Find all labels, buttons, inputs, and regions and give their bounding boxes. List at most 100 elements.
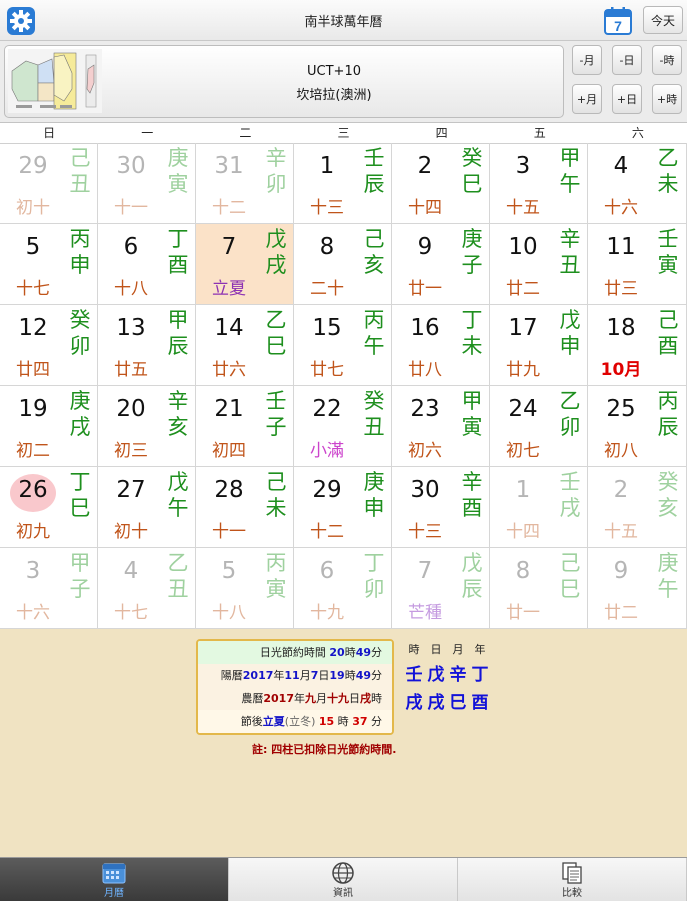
calendar-day-cell[interactable]: 14 廿六乙巳 [196, 305, 294, 386]
ganzhi-label: 乙未 [654, 145, 682, 197]
calendar-day-cell[interactable]: 7 芒種戊辰 [392, 548, 490, 629]
heavenly-stem: 壬 [657, 227, 679, 251]
calendar-day-cell[interactable]: 22 小滿癸丑 [294, 386, 392, 467]
prev-hour-button[interactable]: -時 [652, 45, 682, 75]
weekday-label: 三 [337, 126, 350, 140]
lunar-date: 十三 [408, 522, 442, 542]
tab-compare[interactable]: 比較 [458, 858, 687, 901]
ganzhi-label: 庚戌 [66, 388, 94, 440]
calendar-day-cell[interactable]: 29 初十己丑 [0, 143, 98, 224]
heavenly-stem: 壬 [559, 470, 581, 494]
lunar-date: 十四 [408, 198, 442, 218]
prev-month-button[interactable]: -月 [572, 45, 602, 75]
calendar-day-cell[interactable]: 15 廿七丙午 [294, 305, 392, 386]
lunar-date: 廿五 [114, 360, 148, 380]
calendar-day-cell[interactable]: 2 十四癸巳 [392, 143, 490, 224]
heavenly-stem: 己 [363, 227, 385, 251]
prev-day-button[interactable]: -日 [612, 45, 642, 75]
calendar-day-cell[interactable]: 2 十五癸亥 [588, 467, 687, 548]
day-number: 31 [214, 153, 244, 179]
calendar-day-cell[interactable]: 28 十一己未 [196, 467, 294, 548]
solar-term-label: 立夏 [212, 279, 246, 299]
lunar-date: 十七 [114, 603, 148, 623]
calendar-day-cell[interactable]: 8 廿一己巳 [490, 548, 588, 629]
earthly-branch: 午 [363, 334, 385, 358]
tab-calendar[interactable]: 月曆 [0, 858, 229, 901]
ganzhi-label: 己酉 [654, 307, 682, 359]
calendar-day-cell[interactable]: 1 十三壬辰 [294, 143, 392, 224]
day-number: 7 [221, 234, 237, 260]
earthly-branch: 寅 [461, 415, 483, 439]
ganzhi-label: 己巳 [556, 550, 584, 602]
lunar-date: 十二 [212, 198, 246, 218]
today-button[interactable]: 今天 [643, 6, 683, 34]
calendar-day-cell[interactable]: 3 十五甲午 [490, 143, 588, 224]
ganzhi-label: 丁巳 [66, 469, 94, 521]
calendar-day-cell[interactable]: 8 二十己亥 [294, 224, 392, 305]
day-number: 3 [25, 558, 41, 584]
lunar-date: 十五 [506, 198, 540, 218]
heavenly-stem: 庚 [461, 227, 483, 251]
calendar-icon[interactable]: 7 [603, 6, 633, 36]
lunar-date: 廿二 [506, 279, 540, 299]
calendar-day-cell[interactable]: 7 立夏戊戌 [196, 224, 294, 305]
day-number: 11 [606, 234, 636, 260]
calendar-day-cell[interactable]: 1 十四壬戌 [490, 467, 588, 548]
day-number: 9 [417, 234, 433, 260]
calendar-day-cell[interactable]: 29 十二庚申 [294, 467, 392, 548]
location-panel[interactable]: UCT+10 坎培拉(澳洲) [4, 45, 564, 118]
day-number: 5 [25, 234, 41, 260]
calendar-day-cell[interactable]: 13 廿五甲辰 [98, 305, 196, 386]
heavenly-stem: 己 [657, 308, 679, 332]
calendar-day-cell[interactable]: 17 廿九戊申 [490, 305, 588, 386]
calendar-day-cell[interactable]: 4 十七乙丑 [98, 548, 196, 629]
earthly-branch: 未 [657, 172, 679, 196]
region-map-icon[interactable] [8, 49, 102, 113]
next-day-button[interactable]: +日 [612, 84, 642, 114]
next-hour-button[interactable]: +時 [652, 84, 682, 114]
calendar-day-cell[interactable]: 23 初六甲寅 [392, 386, 490, 467]
calendar-day-cell[interactable]: 6 十八丁酉 [98, 224, 196, 305]
calendar-day-cell[interactable]: 19 初二庚戌 [0, 386, 98, 467]
solar-term-label: 小滿 [310, 441, 344, 461]
next-month-button[interactable]: +月 [572, 84, 602, 114]
tab-label: 比較 [562, 888, 582, 899]
calendar-day-cell[interactable]: 25 初八丙辰 [588, 386, 687, 467]
tab-info[interactable]: 資訊 [229, 858, 458, 901]
calendar-day-cell[interactable]: 30 十三辛酉 [392, 467, 490, 548]
calendar-day-cell[interactable]: 31 十二辛卯 [196, 143, 294, 224]
calendar-day-cell[interactable]: 4 十六乙未 [588, 143, 687, 224]
ganzhi-label: 己亥 [360, 226, 388, 278]
weekday-label: 日 [43, 126, 56, 140]
calendar-day-cell[interactable]: 18 10月己酉 [588, 305, 687, 386]
day-number: 6 [123, 234, 139, 260]
calendar-day-cell[interactable]: 24 初七乙卯 [490, 386, 588, 467]
calendar-day-cell[interactable]: 27 初十戊午 [98, 467, 196, 548]
calendar-day-cell[interactable]: 21 初四壬子 [196, 386, 294, 467]
globe-icon [332, 862, 354, 884]
calendar-day-cell[interactable]: 5 十七丙申 [0, 224, 98, 305]
calendar-day-cell[interactable]: 9 廿一庚子 [392, 224, 490, 305]
calendar-day-cell[interactable]: 5 十八丙寅 [196, 548, 294, 629]
calendar-day-cell[interactable]: 16 廿八丁未 [392, 305, 490, 386]
calendar-day-cell[interactable]: 11 廿三壬寅 [588, 224, 687, 305]
calendar-day-cell[interactable]: 6 十九丁卯 [294, 548, 392, 629]
day-number: 23 [410, 396, 440, 422]
lunar-date: 初十 [114, 522, 148, 542]
calendar-day-cell[interactable]: 30 十一庚寅 [98, 143, 196, 224]
heavenly-stem: 戊 [167, 470, 189, 494]
day-number: 14 [214, 315, 244, 341]
calendar-day-cell[interactable]: 3 十六甲子 [0, 548, 98, 629]
calendar-day-cell[interactable]: 20 初三辛亥 [98, 386, 196, 467]
location-bar: UCT+10 坎培拉(澳洲) -月 -日 -時 +月 +日 +時 [0, 41, 687, 123]
calendar-day-cell[interactable]: 26 初九丁巳 [0, 467, 98, 548]
heavenly-stem: 丙 [69, 227, 91, 251]
heavenly-stem: 丙 [363, 308, 385, 332]
day-number: 15 [312, 315, 342, 341]
calendar-day-cell[interactable]: 12 廿四癸卯 [0, 305, 98, 386]
heavenly-stem: 戊 [265, 227, 287, 251]
earthly-branch: 寅 [265, 577, 287, 601]
calendar-day-cell[interactable]: 9 廿二庚午 [588, 548, 687, 629]
calendar-day-cell[interactable]: 10 廿二辛丑 [490, 224, 588, 305]
earthly-branch: 午 [167, 496, 189, 520]
